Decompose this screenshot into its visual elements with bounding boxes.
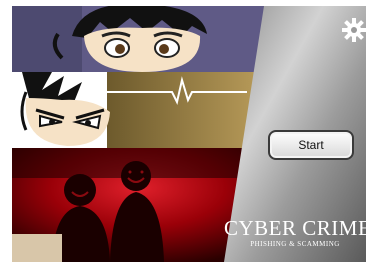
settings-button[interactable] — [342, 18, 366, 42]
angry-face-illustration — [12, 72, 264, 148]
corner-panel — [12, 234, 62, 262]
start-button[interactable]: Start — [268, 130, 354, 160]
gear-icon — [342, 18, 366, 42]
comic-panel-top — [12, 6, 264, 72]
boy-face-illustration — [12, 6, 264, 72]
start-button-label: Start — [298, 138, 324, 152]
comic-panel-middle — [12, 72, 264, 148]
game-title: CYBER CRIME — [224, 216, 366, 240]
game-subtitle: PHISHING & SCAMMING — [250, 240, 340, 248]
title-screen: Start CYBER CRIME PHISHING & SCAMMING — [12, 6, 366, 262]
